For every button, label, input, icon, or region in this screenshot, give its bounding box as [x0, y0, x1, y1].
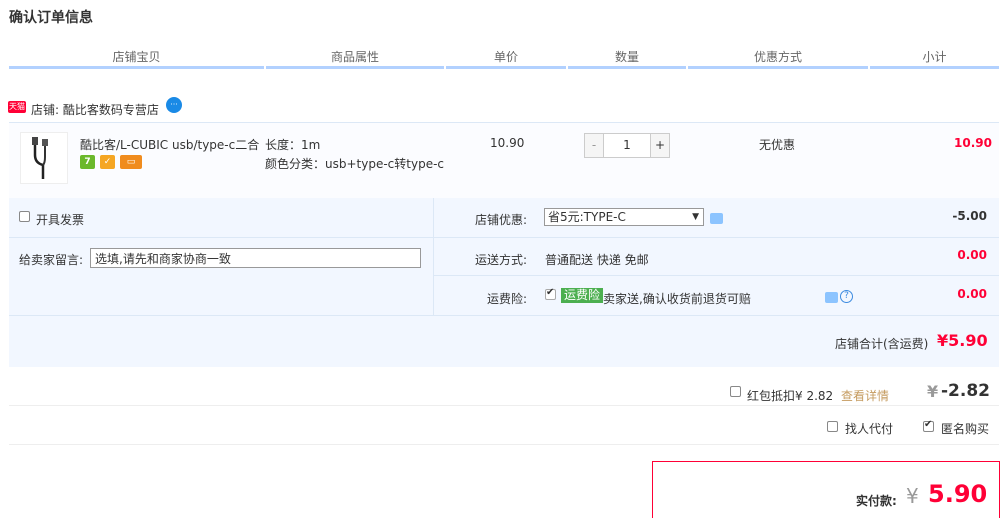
seller-message-input[interactable] — [90, 248, 421, 268]
red-packet-label: 红包抵扣¥ 2.82 — [747, 389, 834, 403]
payment-label: 实付款: — [856, 494, 897, 508]
attr-color: 颜色分类：usb+type-c转type-c — [265, 157, 444, 171]
red-packet-yen: ¥ — [927, 382, 939, 401]
invoice-checkbox[interactable] — [19, 211, 30, 222]
anonymous-checkbox[interactable] — [923, 419, 934, 432]
insurance-tag: 运费险 — [561, 288, 604, 303]
red-packet-amount: -2.82 — [941, 381, 990, 401]
item-subtotal: 10.90 — [954, 136, 992, 150]
shop-discount-amount: -5.00 — [952, 209, 987, 223]
shipping-amount: 0.00 — [957, 248, 987, 262]
message-label: 给卖家留言: — [19, 253, 84, 267]
insurance-text: 卖家送,确认收货前退货可赔 — [603, 292, 751, 306]
product-name-link[interactable]: 酷比客/L-CUBIC usb/type-c二合… — [80, 136, 260, 153]
shipping-label: 运送方式: — [475, 253, 528, 267]
invoice-label: 开具发票 — [36, 213, 85, 227]
shop-name-link[interactable]: 店铺: 酷比客数码专营店 — [31, 101, 159, 118]
shop-total-label: 店铺合计(含运费) — [835, 337, 929, 351]
order-item-row — [9, 122, 999, 198]
col-header-attr: 商品属性 — [330, 50, 379, 64]
insurance-amount: 0.00 — [957, 287, 987, 301]
insurance-checkbox[interactable] — [545, 287, 556, 300]
payment-amount: 5.90 — [928, 480, 988, 508]
quantity-input[interactable]: 1 — [605, 134, 649, 157]
page-title: 确认订单信息 — [9, 10, 93, 26]
attr-length: 长度：1m — [265, 138, 321, 152]
unit-price: 10.90 — [490, 136, 525, 150]
col-header-subtotal: 小计 — [922, 50, 947, 64]
service-7day-icon: 7 — [80, 155, 95, 169]
promo-method: 无优惠 — [759, 138, 796, 152]
red-packet-checkbox[interactable] — [730, 386, 741, 397]
quantity-increase-button[interactable]: + — [650, 134, 669, 157]
chat-icon[interactable] — [825, 292, 838, 303]
shop-total-amount: ¥5.90 — [937, 331, 988, 350]
red-packet-detail-link[interactable]: 查看详情 — [841, 387, 889, 404]
col-header-item: 店铺宝贝 — [112, 50, 161, 64]
quantity-decrease-button[interactable]: - — [585, 134, 604, 157]
insurance-label: 运费险: — [487, 292, 528, 306]
service-card-icon: ▭ — [120, 155, 142, 169]
anonymous-label: 匿名购买 — [941, 422, 990, 436]
tmall-badge: 天猫 — [8, 101, 26, 113]
col-header-price: 单价 — [493, 50, 518, 64]
col-header-qty: 数量 — [614, 50, 639, 64]
quantity-stepper: - 1 + — [584, 133, 670, 158]
shop-discount-select[interactable]: 省5元:TYPE-C ▼ — [544, 208, 704, 226]
chevron-down-icon: ▼ — [692, 212, 699, 222]
chat-icon[interactable] — [710, 213, 723, 224]
product-thumbnail[interactable] — [20, 132, 68, 184]
header-underline — [9, 66, 999, 69]
proxy-pay-label: 找人代付 — [845, 422, 894, 436]
wangwang-chat-icon[interactable]: ··· — [166, 97, 182, 113]
payment-yen: ¥ — [906, 484, 919, 508]
col-header-promo: 优惠方式 — [753, 50, 802, 64]
shipping-method: 普通配送 快递 免邮 — [545, 253, 649, 267]
help-icon[interactable]: ? — [840, 290, 853, 303]
service-guarantee-icon: ✓ — [100, 155, 115, 169]
proxy-pay-checkbox[interactable] — [827, 421, 838, 432]
shop-discount-label: 店铺优惠: — [475, 213, 528, 227]
